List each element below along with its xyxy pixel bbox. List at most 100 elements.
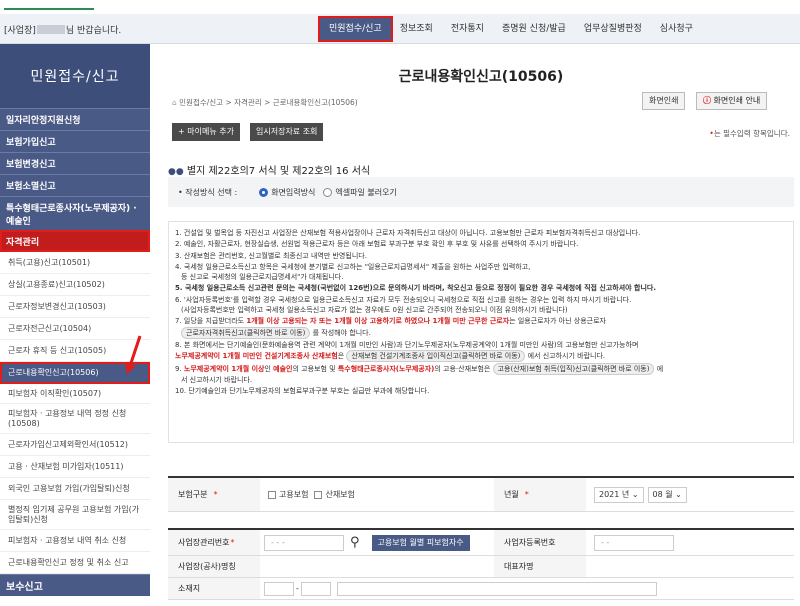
print-button[interactable]: 화면인쇄	[642, 92, 686, 110]
radio-screen-input-label[interactable]: 화면입력방식	[271, 187, 315, 198]
year-month-selects: 2021 년 ⌄ 08 월 ⌄	[594, 478, 691, 511]
notice-8: 8. 본 화면에서는 단기예술인(문화예술용역 관련 계약이 1개월 미만인 사…	[175, 340, 787, 362]
monthly-insured-count-button[interactable]: 고용보험 월별 피보험자수	[371, 534, 470, 551]
report-form: 보험구분 * 고용보험 산재보험 년월 * 2021 년 ⌄ 08 월 ⌄ 사업장관…	[168, 476, 794, 600]
search-icon[interactable]: ⚲	[350, 535, 360, 550]
sidebar-sub-item-9[interactable]: 고용 · 산재보험 미가입자(10511)	[0, 456, 150, 478]
sidebar-sub-item-1[interactable]: 상실(고용종료)신고(10502)	[0, 274, 150, 296]
biz-reg-input[interactable]: - -	[594, 534, 674, 551]
required-note-text: 는 필수입력 항목입니다.	[713, 129, 790, 138]
radio-excel-load-label[interactable]: 엑셀파일 불러오기	[335, 187, 396, 198]
gnb-item-3[interactable]: 증명원 신청/발급	[493, 18, 575, 40]
notice-7: 7. 일당을 지급받더라도 1개월 이상 고용되는 자 또는 1개월 이상 고용…	[175, 316, 787, 339]
sidebar-sub-item-12[interactable]: 피보험자 · 고용정보 내역 취소 신청	[0, 530, 150, 552]
notice-8-tail: 에서 신고하시기 바랍니다.	[527, 351, 606, 360]
radio-screen-input[interactable]	[259, 187, 269, 197]
address-label: 소재지	[168, 578, 260, 599]
radio-excel-load[interactable]	[323, 187, 333, 197]
print-guide-button[interactable]: ⓘ 화면인쇄 안내	[696, 92, 768, 110]
gnb-item-1[interactable]: 정보조회	[391, 18, 442, 40]
welcome-suffix: 님 반갑습니다.	[65, 26, 122, 36]
year-select[interactable]: 2021 년 ⌄	[594, 486, 644, 503]
year-month-label-text: 년월	[504, 490, 519, 499]
notice-7-line-1: 7. 일당을 지급받더라도 1개월 이상 고용되는 자 또는 1개월 이상 고용…	[175, 316, 787, 326]
year-month-label: 년월 *	[494, 478, 586, 511]
global-nav: 민원접수/신고 정보조회 전자통지 증명원 신청/발급 업무상질병판정 심사청구	[318, 16, 702, 42]
notice-7-pre: 7. 일당을 지급받더라도	[175, 317, 247, 326]
sidebar-sub-item-6[interactable]: 피보험자 이직확인(10507)	[0, 384, 150, 404]
zipcode-input-1[interactable]	[264, 581, 294, 596]
link-worker-acquisition[interactable]: 근로자자격취득신고(클릭하면 바로 이동)	[181, 326, 311, 339]
notice-9-pre: 9.	[175, 364, 184, 373]
required-star-yearmonth: *	[524, 490, 529, 499]
sidebar-category-1[interactable]: 보험가입신고	[0, 130, 150, 152]
address-fields: -	[264, 578, 657, 599]
gnb-item-2[interactable]: 전자통지	[442, 18, 493, 40]
sidebar-category-3[interactable]: 보험소멸신고	[0, 174, 150, 196]
add-my-menu-button[interactable]: + 마이메뉴 추가	[172, 123, 240, 141]
notice-7-tail: 를 작성해야 합니다.	[312, 328, 371, 337]
sidebar-sub-item-2[interactable]: 근로자정보변경신고(10503)	[0, 296, 150, 318]
insurance-type-label-text: 보험구분	[178, 490, 208, 499]
sidebar-category-2[interactable]: 보험변경신고	[0, 152, 150, 174]
alert-icon: ⓘ	[703, 96, 711, 105]
user-name-masked	[36, 25, 65, 34]
sidebar-category-5[interactable]: 자격관리	[0, 230, 150, 252]
notice-7-line-2: 근로자자격취득신고(클릭하면 바로 이동) 를 작성해야 합니다.	[175, 326, 787, 339]
sidebar-sub-item-7[interactable]: 피보험자 · 고용정보 내역 정정 신청(10508)	[0, 404, 150, 434]
employment-insurance-label[interactable]: 고용보험	[279, 489, 308, 500]
notice-9-tail: 에	[656, 364, 664, 373]
industrial-insurance-label[interactable]: 산재보험	[325, 489, 354, 500]
link-construction-machinery[interactable]: 산재보험 건설기계조종사 입이직신고(클릭하면 바로 이동)	[346, 349, 526, 362]
notice-box: 1. 건설업 및 벌목업 등 자진신고 사업장은 산재보험 적용사업장이나 근로…	[168, 221, 794, 443]
mgmt-no-field: - - - ⚲ 고용보험 월별 피보험자수	[264, 530, 470, 555]
sidebar-sub-item-10[interactable]: 외국인 고용보험 가입(가입탈퇴)신청	[0, 478, 150, 500]
notice-9-line-1: 9. 노무제공계약이 1개월 이상인 예술인의 고용보험 및 특수형태근로종사자…	[175, 362, 787, 375]
notice-5: 5. 국세청 일용근로소득 신고관련 문의는 국세청(국번없이 126번)으로 …	[175, 284, 657, 293]
zipcode-input-2[interactable]	[300, 581, 331, 596]
welcome-message: [사업장] 님 반갑습니다.	[4, 23, 121, 36]
workplace-name-label: 사업장(공사)명칭	[168, 556, 260, 577]
sidebar-sub-item-0[interactable]: 취득(고용)신고(10501)	[0, 252, 150, 274]
sidebar: 민원접수/신고 일자리안정지원신청 보험가입신고 보험변경신고 보험소멸신고 특수형태근…	[0, 44, 150, 606]
sidebar-sub-item-8[interactable]: 근로자가입신고제외확인서(10512)	[0, 434, 150, 456]
notice-1: 1. 건설업 및 벌목업 등 자진신고 사업장은 산재보험 적용사업장이나 근로…	[175, 229, 641, 237]
notice-6-line-1: 6. '사업자등록번호'를 입력할 경우 국세청으로 일용근로소득신고 자료가 …	[175, 295, 632, 304]
main-content: 근로내용확인신고(10506) ⌂ 민원접수/신고 > 자격관리 > 근로내용확…	[168, 44, 794, 606]
month-value: 08 월	[652, 489, 673, 499]
sidebar-sub-item-13[interactable]: 근로내용확인신고 정정 및 취소 신고	[0, 552, 150, 574]
month-select[interactable]: 08 월 ⌄	[647, 486, 687, 503]
breadcrumb-text: 민원접수/신고 > 자격관리 > 근로내용확인신고(10506)	[179, 98, 358, 107]
notice-2: 2. 예술인, 자활근로자, 현장실습생, 선원법 적용근로자 등은 아래 보험…	[175, 240, 579, 249]
checkbox-industrial-insurance[interactable]	[314, 490, 323, 499]
sidebar-category-0[interactable]: 일자리안정지원신청	[0, 108, 150, 130]
sidebar-sub-item-11[interactable]: 별정직 임기제 공무원 고용보험 가입(가입탈퇴)신청	[0, 500, 150, 530]
gnb-item-5[interactable]: 심사청구	[651, 18, 702, 40]
gnb-item-0[interactable]: 민원접수/신고	[318, 16, 393, 42]
sidebar-category-4[interactable]: 특수형태근로종사자(노무제공자) · 예술인	[0, 196, 150, 230]
temp-save-lookup-button[interactable]: 임시저장자료 조회	[250, 123, 324, 141]
notice-9-line-2: 서 신고하시기 바랍니다.	[181, 375, 253, 384]
year-value: 2021 년	[599, 489, 630, 499]
notice-7-red: 1개월 이상 고용되는 자 또는 1개월 이상 고용하기로 하였으나 1개월 미…	[246, 317, 510, 326]
notice-9-red-2: 예술인	[273, 364, 293, 373]
gnb-item-4[interactable]: 업무상질병판정	[575, 18, 651, 40]
bullet-dots-icon: ●●	[168, 167, 184, 177]
mgmt-no-input[interactable]: - - -	[264, 534, 344, 551]
sidebar-sub-items: 취득(고용)신고(10501) 상실(고용종료)신고(10502) 근로자정보변경신…	[0, 252, 150, 574]
address-input[interactable]	[336, 581, 657, 596]
site-logo[interactable]	[4, 2, 94, 10]
notice-4: 4. 국세청 일용근로소득신고 항목은 국세청에 분기별로 신고하는 "일용근로…	[175, 262, 787, 283]
home-icon[interactable]: ⌂	[172, 98, 177, 107]
ceo-name-label: 대표자명	[494, 556, 586, 577]
checkbox-employment-insurance[interactable]	[268, 490, 276, 499]
chevron-down-icon: ⌄	[675, 489, 682, 499]
form-row-mgmt: 사업장관리번호 * - - - ⚲ 고용보험 월별 피보험자수 사업자등록번호 -…	[168, 528, 794, 556]
sidebar-category-pay[interactable]: 보수신고	[0, 574, 150, 596]
method-label: • 작성방식 선택 :	[178, 187, 238, 197]
workplace-name-value	[264, 556, 492, 577]
page-title: 근로내용확인신고(10506)	[398, 69, 564, 85]
notice-3: 3. 산재보험은 관리번호, 신고월별로 최종신고 내역만 반영됩니다.	[175, 251, 367, 260]
write-method-select: • 작성방식 선택 : 화면입력방식 엑셀파일 불러오기	[168, 177, 794, 207]
link-employment-acquisition[interactable]: 고용(산재)보험 취득(입직)신고(클릭하면 바로 이동)	[492, 362, 655, 375]
